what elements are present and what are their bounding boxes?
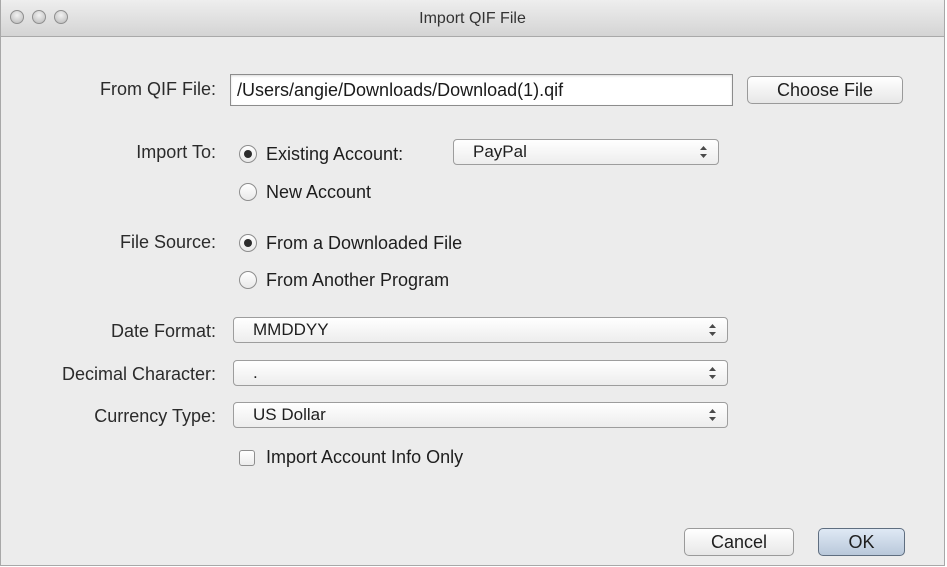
decimal-character-value: . xyxy=(253,363,258,382)
new-account-radio[interactable] xyxy=(239,183,257,201)
new-account-label[interactable]: New Account xyxy=(266,182,371,203)
qif-file-path-field[interactable]: /Users/angie/Downloads/Download(1).qif xyxy=(230,74,733,106)
existing-account-label[interactable]: Existing Account: xyxy=(266,144,403,165)
date-format-value: MMDDYY xyxy=(253,320,329,339)
decimal-character-popup[interactable]: . xyxy=(233,360,728,386)
import-account-info-only-checkbox[interactable] xyxy=(239,450,255,466)
currency-type-value: US Dollar xyxy=(253,405,326,424)
import-qif-dialog: Import QIF File From QIF File: /Users/an… xyxy=(0,0,945,566)
import-to-label: Import To: xyxy=(136,142,216,162)
popup-arrows-icon xyxy=(709,409,716,421)
currency-type-label: Currency Type: xyxy=(94,406,216,426)
from-another-program-label[interactable]: From Another Program xyxy=(266,270,449,291)
account-popup-value: PayPal xyxy=(473,142,527,161)
title-bar: Import QIF File xyxy=(1,0,944,37)
window-title: Import QIF File xyxy=(419,10,526,27)
from-downloaded-file-label[interactable]: From a Downloaded File xyxy=(266,233,462,254)
import-account-info-only-label[interactable]: Import Account Info Only xyxy=(266,447,463,468)
from-another-program-radio[interactable] xyxy=(239,271,257,289)
from-qif-file-label: From QIF File: xyxy=(100,79,216,99)
popup-arrows-icon xyxy=(700,146,707,158)
popup-arrows-icon xyxy=(709,324,716,336)
cancel-button[interactable]: Cancel xyxy=(684,528,794,556)
decimal-character-label: Decimal Character: xyxy=(61,364,216,384)
existing-account-radio[interactable] xyxy=(239,145,257,163)
currency-type-popup[interactable]: US Dollar xyxy=(233,402,728,428)
popup-arrows-icon xyxy=(709,367,716,379)
from-downloaded-file-radio[interactable] xyxy=(239,234,257,252)
account-popup[interactable]: PayPal xyxy=(453,139,719,165)
choose-file-button[interactable]: Choose File xyxy=(747,76,903,104)
ok-button[interactable]: OK xyxy=(818,528,905,556)
file-source-label: File Source: xyxy=(119,232,216,252)
date-format-label: Date Format: xyxy=(110,321,216,341)
date-format-popup[interactable]: MMDDYY xyxy=(233,317,728,343)
